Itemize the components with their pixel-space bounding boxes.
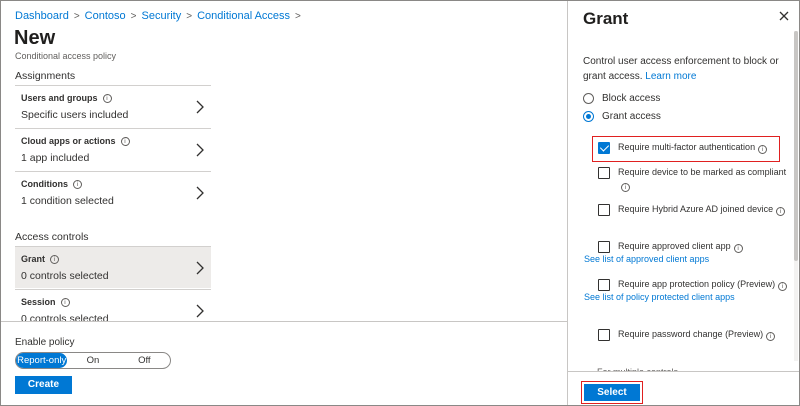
- breadcrumb-security[interactable]: Security: [142, 10, 182, 22]
- info-icon[interactable]: i: [50, 254, 60, 264]
- card-title: Session: [21, 297, 56, 307]
- breadcrumb-contoso[interactable]: Contoso: [85, 10, 126, 22]
- card-value: 1 app included: [21, 152, 90, 164]
- checkbox-password-change[interactable]: Require password change (Preview) i: [598, 328, 788, 341]
- card-title: Cloud apps or actions: [21, 136, 116, 146]
- chevron-right-icon: [196, 186, 204, 200]
- info-icon[interactable]: i: [621, 183, 630, 192]
- access-controls-heading: Access controls: [15, 231, 89, 243]
- footer-divider: [1, 321, 567, 322]
- enable-policy-toggle: Report-only On Off: [15, 352, 171, 369]
- info-icon[interactable]: i: [778, 282, 788, 291]
- info-icon[interactable]: i: [102, 93, 112, 103]
- breadcrumb-separator: >: [130, 11, 137, 22]
- chevron-right-icon: [196, 304, 204, 318]
- info-icon[interactable]: i: [776, 207, 786, 216]
- checkbox[interactable]: [598, 329, 610, 341]
- assignments-heading: Assignments: [15, 70, 76, 82]
- card-grant[interactable]: Grant i 0 controls selected: [15, 246, 211, 288]
- info-icon[interactable]: i: [60, 297, 70, 307]
- card-value: 1 condition selected: [21, 195, 114, 207]
- grant-blade: Grant Control user access enforcement to…: [567, 1, 799, 405]
- radio-grant-access[interactable]: Grant access: [583, 111, 661, 122]
- breadcrumb-separator: >: [186, 11, 193, 22]
- checkbox[interactable]: [598, 241, 610, 253]
- checkbox-hybrid-joined[interactable]: Require Hybrid Azure AD joined device i: [598, 203, 788, 216]
- enable-policy-label: Enable policy: [15, 337, 75, 348]
- card-conditions[interactable]: Conditions i 1 condition selected: [15, 171, 211, 213]
- checkbox-label: Require app protection policy (Preview): [618, 279, 776, 289]
- close-icon[interactable]: [779, 11, 789, 21]
- select-highlight-outline: [581, 381, 643, 404]
- card-cloud-apps[interactable]: Cloud apps or actions i 1 app included: [15, 128, 211, 170]
- card-value: 0 controls selected: [21, 270, 109, 282]
- checkbox-label: Require password change (Preview): [618, 329, 764, 339]
- checkbox-label: Require Hybrid Azure AD joined device: [618, 204, 774, 214]
- info-icon[interactable]: i: [766, 332, 776, 341]
- protected-apps-link[interactable]: See list of policy protected client apps: [584, 291, 788, 304]
- breadcrumb-dashboard[interactable]: Dashboard: [15, 10, 69, 22]
- checkbox-compliant-device[interactable]: Require device to be marked as compliant…: [598, 166, 788, 192]
- card-value: Specific users included: [21, 109, 129, 121]
- approved-apps-link[interactable]: See list of approved client apps: [584, 253, 788, 266]
- checkbox-label: Require approved client app: [618, 241, 731, 251]
- radio-label: Grant access: [602, 111, 661, 122]
- checkbox[interactable]: [598, 167, 610, 179]
- toggle-on[interactable]: On: [67, 353, 118, 368]
- breadcrumb: Dashboard > Contoso > Security > Conditional A…: [15, 10, 306, 22]
- toggle-off[interactable]: Off: [119, 353, 170, 368]
- checkbox-app-protection[interactable]: Require app protection policy (Preview) i…: [584, 278, 788, 304]
- breadcrumb-conditional-access[interactable]: Conditional Access: [197, 10, 290, 22]
- checkbox[interactable]: [598, 279, 610, 291]
- info-icon[interactable]: i: [120, 136, 130, 146]
- checkbox[interactable]: [598, 204, 610, 216]
- policy-editor-pane: Dashboard > Contoso > Security > Conditional A…: [1, 1, 567, 405]
- blade-description: Control user access enforcement to block…: [583, 54, 788, 84]
- radio-block-access[interactable]: Block access: [583, 93, 660, 104]
- blade-scrollbar[interactable]: [794, 31, 798, 361]
- chevron-right-icon: [196, 143, 204, 157]
- card-title: Users and groups: [21, 93, 98, 103]
- card-users-and-groups[interactable]: Users and groups i Specific users include…: [15, 85, 211, 127]
- learn-more-link[interactable]: Learn more: [645, 71, 696, 82]
- chevron-right-icon: [196, 261, 204, 275]
- create-button[interactable]: Create: [15, 376, 72, 394]
- info-icon[interactable]: i: [73, 179, 82, 189]
- page-title: New: [14, 27, 56, 49]
- checkbox-approved-client-app[interactable]: Require approved client app i See list of…: [584, 240, 788, 266]
- blade-title: Grant: [583, 9, 629, 28]
- toggle-report-only[interactable]: Report-only: [16, 353, 68, 368]
- blade-footer-divider: [567, 371, 799, 372]
- breadcrumb-separator: >: [73, 11, 80, 22]
- card-title: Grant: [21, 254, 46, 264]
- chevron-right-icon: [196, 100, 204, 114]
- breadcrumb-separator: >: [295, 11, 301, 22]
- checkbox-label: Require device to be marked as compliant: [618, 167, 787, 177]
- page-subtitle: Conditional access policy: [15, 51, 117, 61]
- info-icon[interactable]: i: [733, 244, 743, 253]
- radio-label: Block access: [602, 93, 661, 104]
- mfa-highlight-outline: [592, 136, 780, 162]
- radio-button[interactable]: [583, 93, 594, 104]
- radio-button[interactable]: [583, 111, 594, 122]
- card-title: Conditions: [21, 179, 68, 189]
